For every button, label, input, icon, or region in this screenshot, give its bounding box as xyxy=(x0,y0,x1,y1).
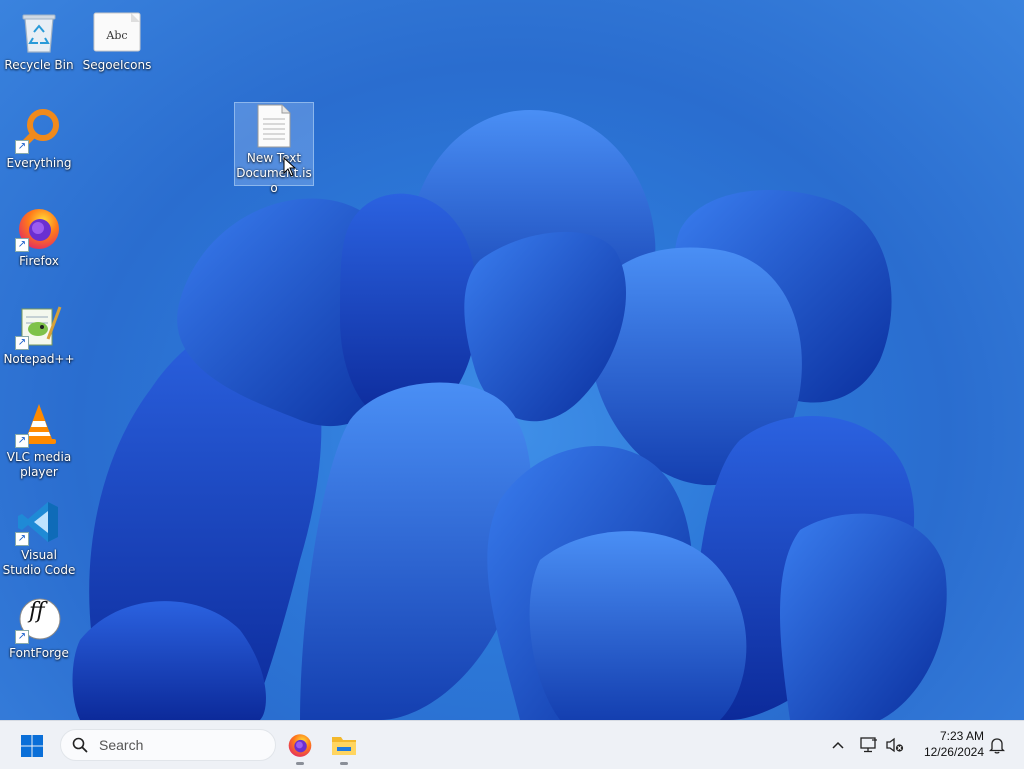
desktop-icon-label: FontForge xyxy=(9,646,69,660)
network-disconnected-icon xyxy=(860,737,877,753)
fontforge-glyph-text: ff xyxy=(29,599,45,624)
desktop-icon-vlc[interactable]: ↗ VLC media player xyxy=(0,400,78,480)
desktop-icon-everything[interactable]: ↗ Everything xyxy=(0,106,78,171)
firefox-icon xyxy=(288,734,312,757)
desktop-icon-fontforge[interactable]: ff ↗ FontForge xyxy=(0,596,78,661)
bell-icon xyxy=(989,738,1005,754)
volume-muted-icon xyxy=(886,737,904,753)
taskbar-app-file-explorer[interactable] xyxy=(326,729,362,765)
show-hidden-icons-button[interactable] xyxy=(825,731,851,759)
taskbar-search-box[interactable] xyxy=(60,729,276,761)
start-button[interactable] xyxy=(14,730,50,762)
font-preview-text: Abc xyxy=(106,29,128,42)
taskbar-app-firefox[interactable] xyxy=(282,729,318,765)
clock[interactable]: 7:23 AM 12/26/2024 xyxy=(924,728,984,760)
desktop-icon-label: Notepad++ xyxy=(3,352,75,366)
desktop-icon-label: VLC media player xyxy=(6,450,72,479)
running-indicator xyxy=(340,762,348,765)
network-status-button[interactable] xyxy=(856,731,882,759)
mouse-cursor-icon xyxy=(283,157,297,177)
desktop-icon-label: Everything xyxy=(6,156,72,170)
volume-button[interactable] xyxy=(882,731,908,759)
desktop-icon-notepad-plus-plus[interactable]: ↗ Notepad++ xyxy=(0,302,78,367)
desktop-icon-label: Firefox xyxy=(19,254,59,268)
desktop-icon-label: Visual Studio Code xyxy=(2,548,76,577)
clock-date: 12/26/2024 xyxy=(923,745,984,759)
desktop-icon-segoeicons[interactable]: Abc SegoeIcons xyxy=(78,8,156,73)
text-document-icon xyxy=(257,104,291,148)
desktop-icon-new-text-document[interactable]: New Text Document.iso xyxy=(234,102,314,195)
shortcut-arrow-icon: ↗ xyxy=(15,434,29,448)
desktop[interactable]: Recycle Bin Abc SegoeIcons ↗ Everything xyxy=(0,0,1024,720)
shortcut-arrow-icon: ↗ xyxy=(15,532,29,546)
desktop-icon-label: Recycle Bin xyxy=(4,58,74,72)
running-indicator xyxy=(296,762,304,765)
search-icon xyxy=(71,736,89,754)
file-explorer-icon xyxy=(332,737,356,755)
desktop-icon-label: SegoeIcons xyxy=(82,58,152,72)
taskbar: 7:23 AM 12/26/2024 xyxy=(0,720,1024,769)
shortcut-arrow-icon: ↗ xyxy=(15,630,29,644)
wallpaper-bloom xyxy=(72,110,947,720)
desktop-icon-vscode[interactable]: ↗ Visual Studio Code xyxy=(0,498,78,578)
shortcut-arrow-icon: ↗ xyxy=(15,238,29,252)
windows-start-icon xyxy=(21,735,43,757)
shortcut-arrow-icon: ↗ xyxy=(15,140,29,154)
shortcut-arrow-icon: ↗ xyxy=(15,336,29,350)
clock-time: 7:23 AM xyxy=(939,729,984,743)
desktop-icon-firefox[interactable]: ↗ Firefox xyxy=(0,204,78,269)
search-input[interactable] xyxy=(97,736,261,754)
notification-center-button[interactable] xyxy=(984,731,1010,759)
desktop-icon-recycle-bin[interactable]: Recycle Bin xyxy=(0,8,78,73)
recycle-bin-icon xyxy=(22,14,56,53)
desktop-icon-label: New Text Document.iso xyxy=(236,151,312,195)
chevron-up-icon xyxy=(832,741,844,749)
